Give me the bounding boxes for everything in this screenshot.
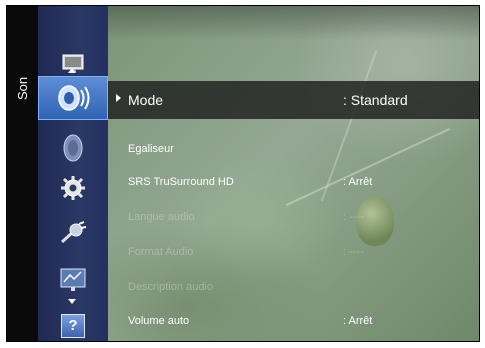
menu-item-label: Mode [128,92,164,108]
help-glyph: ? [61,314,85,338]
channel-icon[interactable] [38,126,108,170]
tv-menu-frame: Son ? Mode: Standard Egaliseur SRS TruS… [6,5,480,342]
scroll-up-icon[interactable] [68,68,76,73]
menu-item-label: Egaliseur [128,143,174,155]
chevron-right-icon [116,94,121,102]
application-icon[interactable] [38,258,108,302]
support-icon[interactable]: ? [38,304,108,341]
menu-item-value: : Arrêt [343,176,373,188]
menu-item-label: Volume auto [128,315,190,327]
menu-item-value: : Standard [343,92,408,108]
category-label: Son [15,76,30,100]
icon-sidebar: ? [38,6,108,341]
menu-item-value: : ---- [343,246,364,258]
top-shade [108,6,479,40]
menu-item-label: SRS TruSurround HD [128,176,234,188]
category-tab: Son [7,6,38,341]
menu-item-label: Langue audio [128,211,195,223]
menu-item-mode[interactable]: Mode : Standard [108,81,479,119]
setup-icon[interactable] [38,166,108,210]
menu-item-label: Format Audio [128,246,194,258]
input-icon[interactable] [38,211,108,255]
menu-item-label: Description audio [128,281,213,293]
menu-item-value: : ---- [343,211,364,223]
menu-item-value: : Arrêt [343,315,373,327]
leaf-vein-decoration [286,128,450,206]
sound-icon[interactable] [38,76,108,120]
